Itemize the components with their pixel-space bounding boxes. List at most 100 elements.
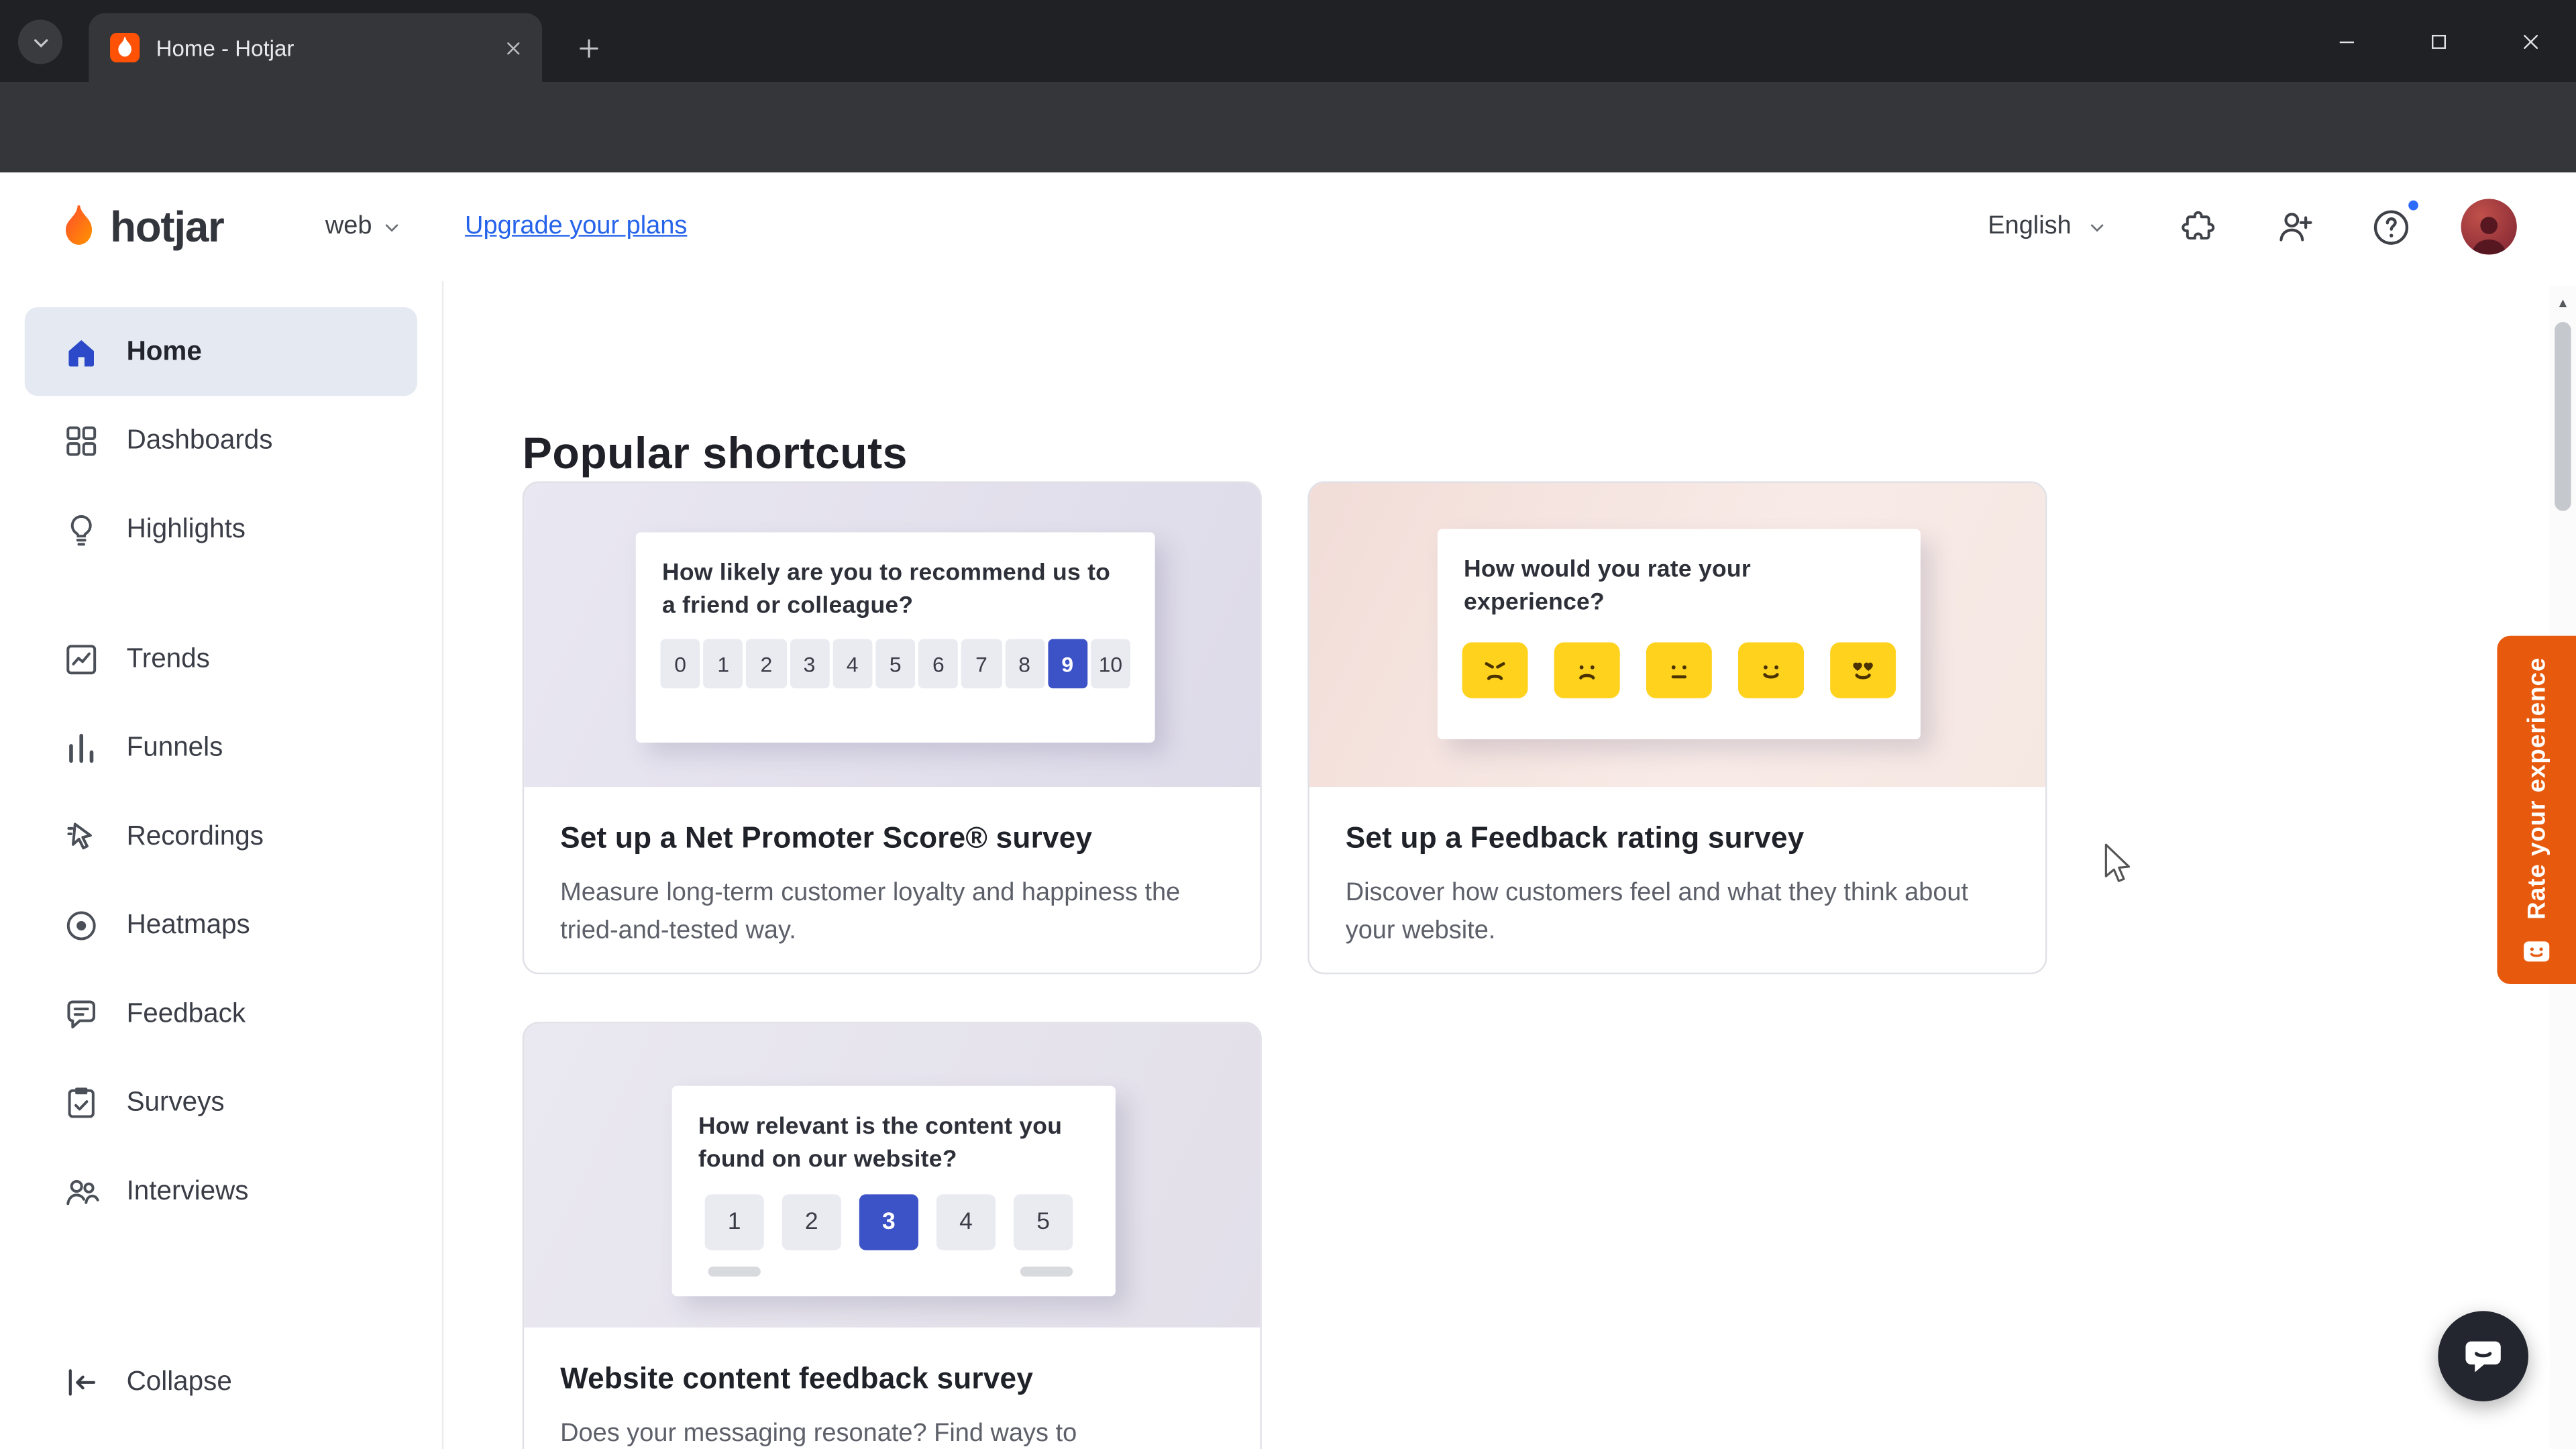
- hotjar-flame-icon: [66, 205, 93, 245]
- scrollbar-thumb[interactable]: [2555, 322, 2571, 511]
- content-question: How relevant is the content you found on…: [698, 1114, 1063, 1173]
- smiley-feedback-icon: [2520, 938, 2553, 967]
- sidebar-item-surveys[interactable]: Surveys: [25, 1058, 417, 1146]
- happy-face-icon[interactable]: [1738, 642, 1804, 698]
- nps-scale-button[interactable]: 1: [703, 639, 743, 689]
- nps-preview: How likely are you to recommend us to a …: [524, 483, 1260, 788]
- sidebar-item-heatmaps[interactable]: Heatmaps: [25, 881, 417, 969]
- nps-scale-button[interactable]: 10: [1090, 639, 1131, 689]
- collapse-arrow-icon: [62, 1362, 100, 1400]
- integrations-button[interactable]: [2172, 201, 2224, 253]
- nps-scale-button[interactable]: 8: [1004, 639, 1044, 689]
- surveys-clipboard-icon: [62, 1083, 100, 1121]
- rate-experience-tab[interactable]: Rate your experience: [2497, 635, 2576, 984]
- help-button[interactable]: [2364, 197, 2422, 253]
- heatmaps-target-icon: [62, 906, 100, 944]
- nps-scale-button-selected[interactable]: 9: [1047, 639, 1087, 689]
- sidebar-item-label: Home: [126, 335, 202, 366]
- avatar[interactable]: [2461, 199, 2517, 255]
- nps-scale-button[interactable]: 2: [746, 639, 786, 689]
- likert-button[interactable]: 1: [704, 1194, 764, 1250]
- screen: Home - Hotjar hotjar web Upgrade your pl…: [0, 0, 2576, 1449]
- sidebar-collapse-button[interactable]: Collapse: [25, 1337, 419, 1426]
- nps-scale-button[interactable]: 7: [961, 639, 1002, 689]
- browser-tab[interactable]: Home - Hotjar: [89, 13, 543, 83]
- sidebar-item-recordings[interactable]: Recordings: [25, 792, 417, 880]
- sidebar-item-label: Surveys: [126, 1087, 225, 1117]
- nps-scale-button[interactable]: 0: [660, 639, 700, 689]
- sidebar-item-trends[interactable]: Trends: [25, 614, 417, 703]
- sidebar-item-label: Recordings: [126, 820, 264, 851]
- user-add-icon: [2275, 207, 2315, 247]
- nps-survey-panel: How likely are you to recommend us to a …: [635, 532, 1155, 743]
- invite-team-button[interactable]: [2269, 201, 2321, 253]
- nps-scale-button[interactable]: 4: [833, 639, 873, 689]
- window-controls: [2300, 0, 2576, 82]
- hotjar-favicon-icon: [110, 32, 140, 63]
- scrollbar-up-arrow[interactable]: ▲: [2550, 292, 2576, 312]
- neutral-face-icon[interactable]: [1646, 642, 1712, 698]
- window-minimize-button[interactable]: [2300, 0, 2392, 82]
- rating-survey-panel: How would you rate your experience?: [1437, 529, 1921, 740]
- sidebar-item-home[interactable]: Home: [24, 307, 418, 396]
- content-survey-panel: How relevant is the content you found on…: [672, 1085, 1116, 1297]
- card-body: Website content feedback survey Does you…: [524, 1328, 1260, 1449]
- lightbulb-icon: [62, 510, 100, 547]
- site-selector-dropdown[interactable]: web: [325, 172, 402, 281]
- sidebar-item-interviews[interactable]: Interviews: [25, 1146, 417, 1235]
- nps-scale-button[interactable]: 3: [789, 639, 830, 689]
- tab-close-icon[interactable]: [496, 32, 529, 64]
- sidebar-item-label: Feedback: [126, 998, 246, 1028]
- new-tab-button[interactable]: [565, 25, 611, 71]
- shortcut-card-content[interactable]: How relevant is the content you found on…: [522, 1022, 1262, 1449]
- sad-face-icon[interactable]: [1554, 642, 1620, 698]
- browser-tabstrip: Home - Hotjar: [0, 0, 2576, 83]
- language-dropdown[interactable]: English: [1988, 172, 2106, 281]
- sidebar-item-label: Trends: [126, 643, 210, 673]
- sidebar-item-feedback[interactable]: Feedback: [25, 969, 417, 1058]
- window-close-button[interactable]: [2484, 0, 2576, 82]
- sidebar-item-label: Heatmaps: [126, 909, 250, 939]
- angry-face-icon[interactable]: [1462, 642, 1528, 698]
- sidebar-divider: [0, 574, 442, 614]
- rating-question: How would you rate your experience?: [1464, 557, 1751, 616]
- chevron-down-icon: [2088, 217, 2106, 235]
- card-description: Discover how customers feel and what the…: [1345, 879, 1969, 945]
- likert-label-stubs: [705, 1263, 1083, 1279]
- upgrade-plans-link[interactable]: Upgrade your plans: [465, 172, 687, 281]
- trends-chart-icon: [62, 640, 100, 678]
- feedback-bubble-icon: [62, 995, 100, 1032]
- tab-search-button[interactable]: [17, 19, 63, 64]
- chat-widget-button[interactable]: [2438, 1311, 2528, 1401]
- rate-experience-label: Rate your experience: [2522, 657, 2551, 920]
- window-maximize-button[interactable]: [2392, 0, 2484, 82]
- nps-scale-button[interactable]: 5: [875, 639, 916, 689]
- sidebar-item-highlights[interactable]: Highlights: [25, 484, 417, 573]
- love-face-icon[interactable]: [1830, 642, 1896, 698]
- sidebar-item-dashboards[interactable]: Dashboards: [25, 396, 417, 484]
- mouse-cursor: [2100, 843, 2136, 885]
- home-icon: [62, 333, 100, 370]
- help-question-icon: [2370, 206, 2411, 247]
- sidebar-item-funnels[interactable]: Funnels: [25, 703, 417, 792]
- avatar-person-icon: [2471, 217, 2507, 254]
- label-stub: [708, 1267, 761, 1277]
- dashboards-icon: [62, 421, 100, 459]
- sidebar: Home Dashboards Highlights Trends Funnel…: [0, 280, 444, 1449]
- funnels-bars-icon: [62, 729, 100, 766]
- nps-scale-button[interactable]: 6: [918, 639, 959, 689]
- sidebar-item-label: Interviews: [126, 1175, 249, 1205]
- likert-button[interactable]: 5: [1014, 1194, 1073, 1250]
- card-title: Website content feedback survey: [560, 1362, 1034, 1395]
- content-preview: How relevant is the content you found on…: [524, 1023, 1260, 1328]
- likert-button[interactable]: 4: [936, 1194, 996, 1250]
- hotjar-logo[interactable]: hotjar: [59, 172, 225, 281]
- shortcut-card-rating[interactable]: How would you rate your experience? Set …: [1307, 481, 2047, 975]
- likert-button-selected[interactable]: 3: [859, 1194, 918, 1250]
- shortcut-card-nps[interactable]: How likely are you to recommend us to a …: [522, 481, 1262, 975]
- tab-title: Home - Hotjar: [156, 35, 294, 60]
- sidebar-item-label: Highlights: [126, 513, 246, 543]
- likert-button[interactable]: 2: [782, 1194, 841, 1250]
- puzzle-icon: [2178, 207, 2218, 247]
- rating-preview: How would you rate your experience?: [1309, 483, 2045, 788]
